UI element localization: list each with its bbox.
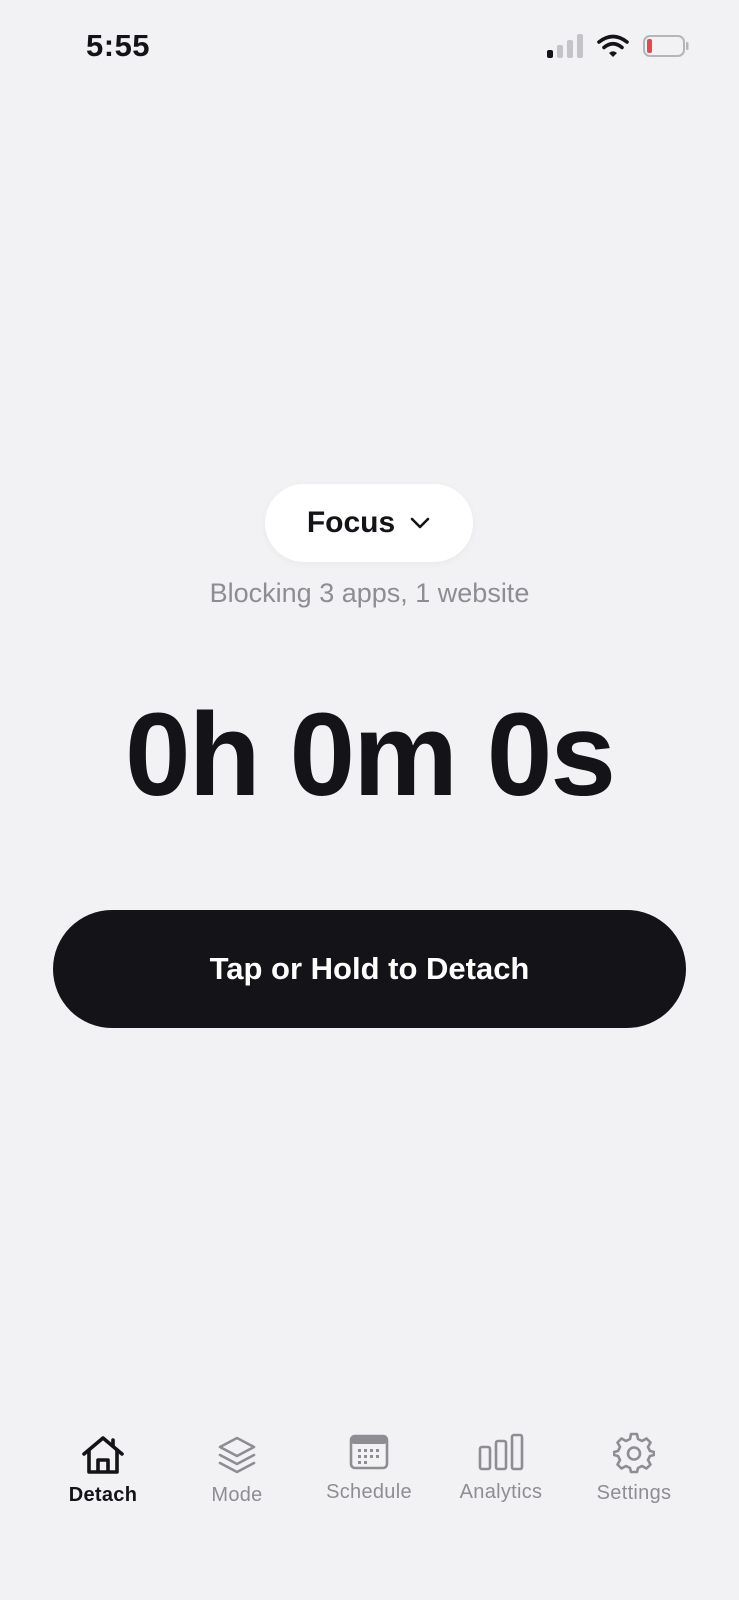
status-time: 5:55 bbox=[86, 28, 151, 63]
tab-label-schedule: Schedule bbox=[326, 1481, 412, 1503]
bar-chart-icon bbox=[478, 1433, 524, 1471]
tab-bar: Detach Mode Schedule Analytics Settings bbox=[0, 1430, 739, 1540]
tab-label-mode: Mode bbox=[211, 1484, 263, 1506]
signal-icon bbox=[547, 34, 583, 58]
mode-selector-button[interactable]: Focus bbox=[265, 484, 473, 562]
blocking-summary: Blocking 3 apps, 1 website bbox=[209, 578, 530, 608]
tab-label-detach: Detach bbox=[68, 1484, 138, 1506]
chevron-down-icon bbox=[410, 517, 430, 529]
wifi-icon bbox=[597, 34, 629, 57]
home-icon bbox=[82, 1436, 124, 1474]
tab-analytics[interactable]: Analytics bbox=[436, 1427, 566, 1504]
detach-button[interactable]: Tap or Hold to Detach bbox=[53, 910, 686, 1028]
battery-low-icon bbox=[643, 35, 689, 57]
tab-mode[interactable]: Mode bbox=[172, 1430, 302, 1507]
status-icons bbox=[547, 34, 689, 58]
tab-label-settings: Settings bbox=[596, 1482, 672, 1504]
tab-schedule[interactable]: Schedule bbox=[304, 1427, 434, 1504]
session-timer: 0h 0m 0s bbox=[124, 689, 616, 821]
tab-label-analytics: Analytics bbox=[459, 1481, 543, 1503]
calendar-icon bbox=[349, 1434, 389, 1470]
layers-icon bbox=[218, 1436, 256, 1474]
gear-icon bbox=[613, 1432, 655, 1474]
mode-label: Focus bbox=[306, 506, 396, 539]
tab-settings[interactable]: Settings bbox=[569, 1428, 699, 1505]
tab-detach[interactable]: Detach bbox=[38, 1430, 168, 1507]
